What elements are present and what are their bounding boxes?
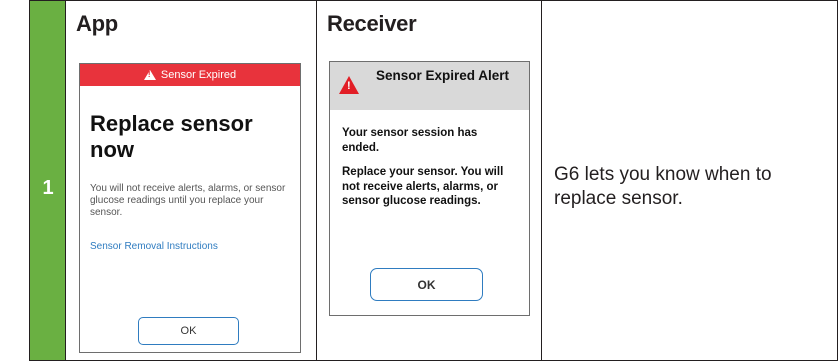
warning-icon (143, 70, 156, 80)
step-number: 1 (42, 177, 54, 199)
receiver-screen: Sensor Expired Alert Your sensor session… (329, 61, 530, 316)
app-ok-button[interactable]: OK (138, 317, 239, 345)
app-screen: Sensor Expired Replace sensor now You wi… (79, 63, 301, 353)
app-column: App Sensor Expired Replace sensor now Yo… (66, 1, 317, 360)
alert-icon (339, 76, 359, 94)
app-heading: Replace sensor now (90, 111, 253, 162)
sensor-removal-link[interactable]: Sensor Removal Instructions (90, 241, 290, 252)
description-column: G6 lets you know when to replace sensor. (542, 1, 838, 360)
receiver-ok-button[interactable]: OK (370, 268, 483, 301)
app-body-text: You will not receive alerts, alarms, or … (90, 183, 286, 218)
step-column: 1 (30, 1, 66, 360)
banner-text: Sensor Expired (160, 69, 237, 81)
app-column-title: App (76, 11, 118, 36)
receiver-alert-header: Sensor Expired Alert (330, 62, 529, 110)
receiver-column-title: Receiver (327, 11, 417, 36)
description-text: G6 lets you know when to replace sensor. (554, 164, 772, 209)
receiver-alert-title: Sensor Expired Alert (375, 68, 510, 83)
receiver-column: Receiver Sensor Expired Alert Your senso… (317, 1, 542, 360)
instruction-table: 1 App Sensor Expired Replace sensor now … (29, 0, 838, 361)
receiver-message-2: Replace your sensor. You will not receiv… (342, 166, 504, 207)
receiver-message-1: Your sensor session has ended. (342, 127, 478, 154)
sensor-expired-banner: Sensor Expired (80, 64, 300, 86)
